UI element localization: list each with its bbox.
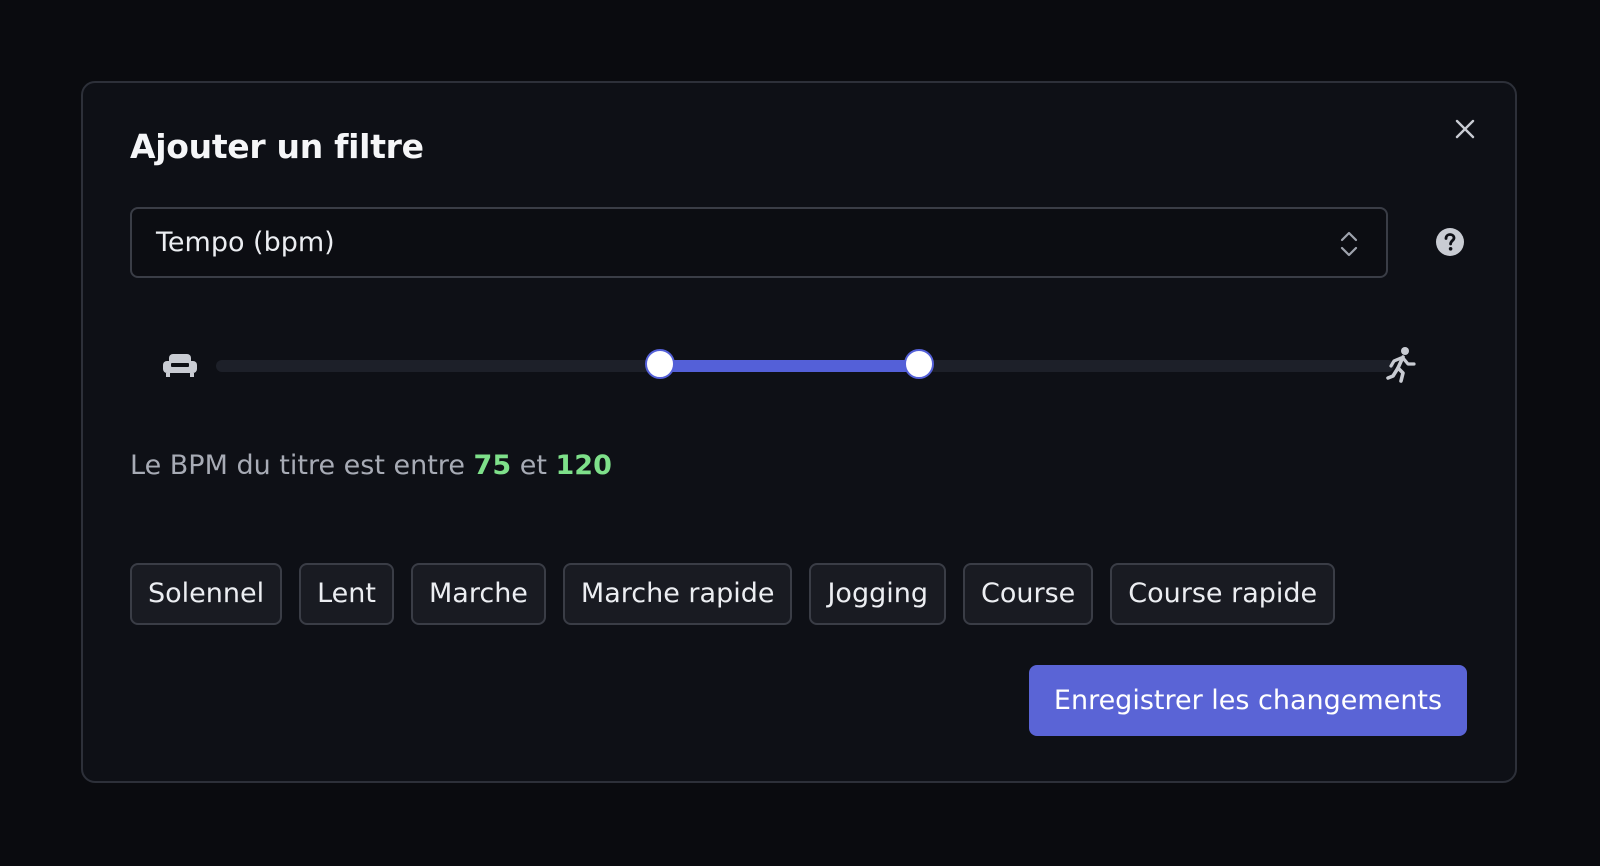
tempo-preset-chip[interactable]: Solennel: [130, 563, 283, 625]
bpm-range-summary: Le BPM du titre est entre 75 et 120: [130, 450, 612, 481]
bpm-summary-connector: et: [519, 450, 547, 481]
save-changes-button[interactable]: Enregistrer les changements: [1029, 665, 1467, 736]
filter-field-value: Tempo (bpm): [156, 227, 335, 258]
bpm-max-value: 120: [555, 450, 612, 481]
tempo-preset-chip[interactable]: Lent: [299, 563, 394, 625]
slider-range-fill: [660, 360, 920, 372]
question-circle-icon[interactable]: [1435, 227, 1465, 257]
filter-field-select[interactable]: Tempo (bpm): [130, 207, 1388, 278]
tempo-preset-chip[interactable]: Jogging: [809, 563, 946, 625]
bpm-min-value: 75: [473, 450, 512, 481]
add-filter-dialog: Ajouter un filtre Tempo (bpm) Le BPM du …: [81, 81, 1517, 783]
tempo-preset-chip[interactable]: Marche: [411, 563, 546, 625]
tempo-preset-list: Solennel Lent Marche Marche rapide Jogging Co…: [130, 563, 1336, 625]
close-icon: [1455, 119, 1475, 139]
dialog-title: Ajouter un filtre: [130, 127, 424, 166]
tempo-range-slider: [130, 338, 1430, 394]
tempo-preset-chip[interactable]: Course: [962, 563, 1094, 625]
runner-icon: [1386, 347, 1416, 383]
slider-min-handle[interactable]: [645, 349, 676, 379]
tempo-preset-chip[interactable]: Course rapide: [1110, 563, 1336, 625]
slider-track[interactable]: [216, 349, 1394, 379]
bpm-summary-prefix: Le BPM du titre est entre: [130, 450, 465, 481]
slider-max-handle[interactable]: [904, 349, 935, 379]
tempo-preset-chip[interactable]: Marche rapide: [562, 563, 793, 625]
sofa-icon: [163, 354, 197, 377]
chevron-up-down-icon: [1340, 231, 1358, 257]
close-button[interactable]: [1449, 113, 1481, 145]
